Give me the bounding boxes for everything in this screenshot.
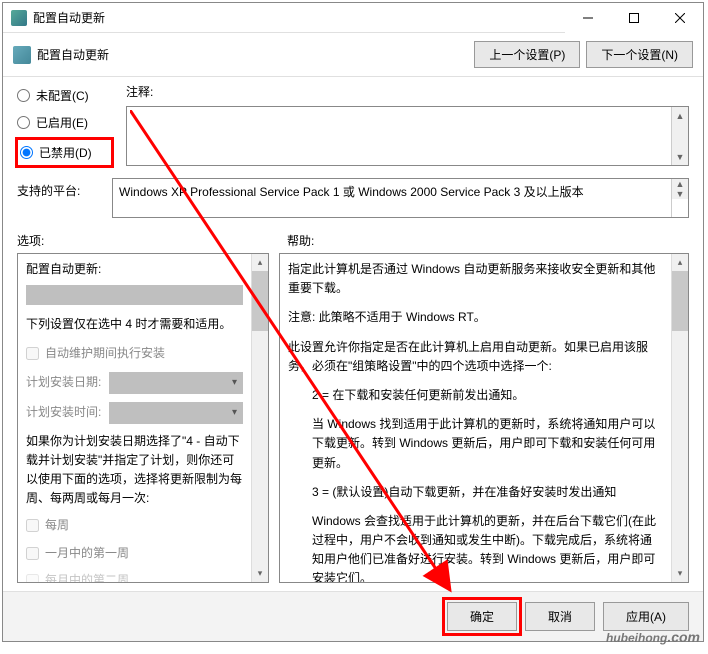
subheader: 配置自动更新 上一个设置(P) 下一个设置(N) (3, 33, 703, 77)
policy-icon (13, 46, 31, 64)
scroll-thumb[interactable] (672, 271, 688, 331)
sched-time-label: 计划安装时间: (26, 403, 101, 422)
radio-enabled[interactable]: 已启用(E) (17, 114, 112, 131)
scroll-down-icon[interactable]: ▾ (672, 565, 688, 582)
platform-text: Windows XP Professional Service Pack 1 或… (119, 183, 665, 213)
notes-scrollbar[interactable]: ▲ ▼ (671, 107, 688, 165)
options-combo-main[interactable] (26, 285, 243, 305)
options-scrollbar[interactable]: ▴ ▾ (251, 254, 268, 582)
chk-weekly-input[interactable] (26, 519, 39, 532)
help-label: 帮助: (269, 232, 689, 249)
scroll-up-icon[interactable]: ▴ (252, 254, 268, 271)
app-icon (11, 10, 27, 26)
help-p3: 此设置允许你指定是否在此计算机上启用自动更新。如果已启用该服务，必须在"组策略设… (288, 338, 663, 376)
scroll-thumb[interactable] (252, 271, 268, 331)
help-p2: 注意: 此策略不适用于 Windows RT。 (288, 308, 663, 327)
next-setting-button[interactable]: 下一个设置(N) (586, 41, 693, 68)
scroll-up-icon[interactable]: ▲ (672, 179, 688, 189)
close-button[interactable] (657, 3, 703, 33)
options-title: 配置自动更新: (26, 260, 243, 279)
platform-label: 支持的平台: (17, 178, 102, 199)
radio-not-configured-input[interactable] (17, 89, 30, 102)
radio-enabled-input[interactable] (17, 116, 30, 129)
minimize-button[interactable] (565, 3, 611, 33)
maximize-button[interactable] (611, 3, 657, 33)
platform-box: Windows XP Professional Service Pack 1 或… (112, 178, 689, 218)
chk-second-week-input[interactable] (26, 574, 39, 582)
scroll-down-icon[interactable]: ▼ (672, 189, 688, 199)
prev-setting-button[interactable]: 上一个设置(P) (474, 41, 580, 68)
scroll-up-icon[interactable]: ▴ (672, 254, 688, 271)
notes-textarea[interactable]: ▲ ▼ (126, 106, 689, 166)
help-scrollbar[interactable]: ▴ ▾ (671, 254, 688, 582)
chk-second-week[interactable]: 每月中的第二周 (26, 571, 243, 582)
radio-disabled[interactable]: 已禁用(D) (20, 144, 109, 161)
help-p7: Windows 会查找适用于此计算机的更新，并在后台下载它们(在此过程中，用户不… (288, 512, 663, 582)
sched-date-label: 计划安装日期: (26, 373, 101, 392)
radio-not-configured-label: 未配置(C) (36, 87, 89, 104)
help-p6: 3 = (默认设置)自动下载更新，并在准备好安装时发出通知 (288, 483, 663, 502)
sched-date-combo[interactable] (109, 372, 243, 394)
policy-title: 配置自动更新 (37, 46, 474, 63)
notes-label: 注释: (126, 83, 689, 100)
help-pane: 指定此计算机是否通过 Windows 自动更新服务来接收安全更新和其他重要下载。… (279, 253, 689, 583)
options-pane: 配置自动更新: 下列设置仅在选中 4 时才需要和适用。 自动维护期间执行安装 计… (17, 253, 269, 583)
cancel-button[interactable]: 取消 (525, 602, 595, 631)
chk-first-week[interactable]: 一月中的第一周 (26, 544, 243, 563)
watermark: hubeihong.com (606, 622, 700, 648)
help-p5: 当 Windows 找到适用于此计算机的更新时，系统将通知用户可以下载更新。转到… (288, 415, 663, 473)
scroll-up-icon[interactable]: ▲ (672, 107, 688, 124)
titlebar: 配置自动更新 (3, 3, 703, 33)
options-note: 下列设置仅在选中 4 时才需要和适用。 (26, 315, 243, 334)
ok-button[interactable]: 确定 (447, 602, 517, 631)
radio-not-configured[interactable]: 未配置(C) (17, 87, 112, 104)
chk-auto-maintenance-input[interactable] (26, 347, 39, 360)
scroll-down-icon[interactable]: ▼ (672, 148, 688, 165)
platform-scrollbar[interactable]: ▲ ▼ (671, 179, 688, 217)
window-title: 配置自动更新 (33, 9, 565, 26)
help-p4: 2 = 在下载和安装任何更新前发出通知。 (288, 386, 663, 405)
button-bar: 确定 取消 应用(A) (3, 591, 703, 641)
scroll-down-icon[interactable]: ▾ (252, 565, 268, 582)
options-para: 如果你为计划安装日期选择了"4 - 自动下载并计划安装"并指定了计划，则你还可以… (26, 432, 243, 509)
sched-time-combo[interactable] (109, 402, 243, 424)
chk-auto-maintenance[interactable]: 自动维护期间执行安装 (26, 344, 243, 363)
chk-weekly[interactable]: 每周 (26, 516, 243, 535)
radio-disabled-label: 已禁用(D) (39, 144, 92, 161)
options-label: 选项: (17, 232, 269, 249)
chk-first-week-input[interactable] (26, 547, 39, 560)
radio-disabled-input[interactable] (20, 146, 33, 159)
radio-enabled-label: 已启用(E) (36, 114, 88, 131)
help-p1: 指定此计算机是否通过 Windows 自动更新服务来接收安全更新和其他重要下载。 (288, 260, 663, 298)
